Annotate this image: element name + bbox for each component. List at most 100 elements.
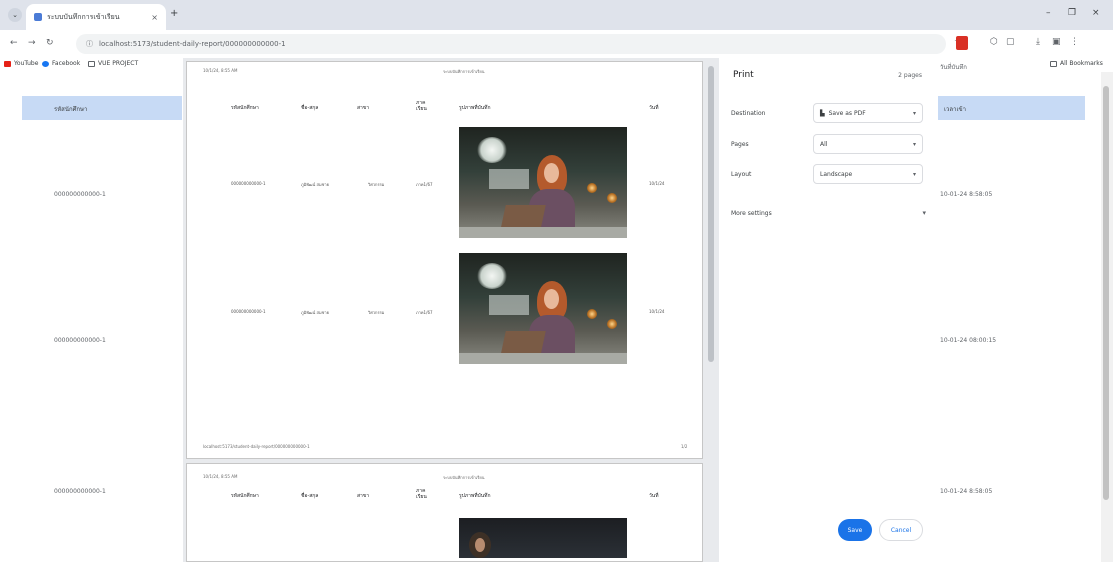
cell-major: วิศวกรรม: [368, 310, 385, 315]
bg-row-id: 000000000000-1: [54, 191, 106, 198]
chevron-down-icon: ▾: [912, 109, 916, 117]
col-header-term: ภาค เรียน: [416, 100, 427, 112]
site-info-icon[interactable]: ⓘ: [86, 39, 93, 49]
preview-scrollbar[interactable]: [707, 62, 715, 562]
save-button[interactable]: Save: [838, 519, 872, 541]
more-settings-toggle[interactable]: More settings ▾: [731, 206, 926, 220]
cell-term: ภาค1/67: [416, 310, 433, 315]
more-settings-label: More settings: [731, 209, 772, 217]
table-header-right: เวลาเข้า: [938, 96, 1085, 120]
col-header-major: สาขา: [357, 105, 370, 111]
browser-tab[interactable]: ระบบบันทึกการเข้าเรียน ×: [26, 4, 166, 30]
tab-search-icon[interactable]: ⌄: [8, 8, 22, 22]
reload-icon[interactable]: ↻: [46, 38, 54, 48]
cell-date: 10/1/24: [649, 181, 665, 186]
pages-value: All: [820, 140, 828, 148]
col-header-date: วันที่: [649, 493, 659, 499]
chevron-down-icon: ▾: [912, 170, 916, 178]
destination-select[interactable]: ▙ Save as PDF ▾: [813, 103, 923, 123]
address-bar[interactable]: ⓘ localhost:5173/student-daily-report/00…: [76, 34, 946, 54]
bg-row-id: 000000000000-1: [54, 337, 106, 344]
tab-title: ระบบบันทึกการเข้าเรียน: [47, 12, 120, 21]
layout-label: Layout: [731, 171, 752, 178]
col-header-id: รหัสนักศึกษา: [231, 105, 259, 111]
facebook-icon: [42, 60, 49, 67]
cell-name: ภูมิพัฒน์ สมชาย: [301, 182, 329, 187]
cell-date: 10/1/24: [649, 309, 665, 314]
sheet-header-center: ระบบบันทึกการเข้าเรียน: [443, 69, 485, 74]
col-header-name: ชื่อ-สกุล: [301, 493, 319, 499]
menu-icon[interactable]: ⋮: [1070, 37, 1079, 47]
attendance-photo: [459, 253, 627, 364]
window-close-button[interactable]: ×: [1092, 8, 1100, 18]
destination-label: Destination: [731, 110, 766, 117]
chevron-down-icon: ▾: [912, 140, 916, 148]
sidepanel-icon[interactable]: ▢: [1006, 37, 1015, 47]
bg-row-time: 10-01-24 8:58:05: [940, 191, 993, 198]
sheet-header-left: 10/1/24, 8:55 AM: [203, 474, 238, 479]
pages-label: Pages: [731, 141, 749, 148]
sheet-footer-left: localhost:5173/student-daily-report/0000…: [203, 444, 310, 449]
col-header-id: รหัสนักศึกษา: [231, 493, 259, 499]
page-count: 2 pages: [898, 72, 922, 79]
cancel-button[interactable]: Cancel: [879, 519, 923, 541]
back-icon[interactable]: ←: [10, 38, 18, 48]
bookmark-label: VUE PROJECT: [98, 60, 139, 67]
tab-close-button[interactable]: ×: [151, 13, 158, 22]
bg-row-time: 10-01-24 8:58:05: [940, 488, 993, 495]
attendance-photo: [459, 127, 627, 238]
extension-red-icon[interactable]: [956, 36, 968, 50]
cell-id: 000000000000-1: [231, 181, 266, 186]
col-header-name: ชื่อ-สกุล: [301, 105, 319, 111]
bookmark-label: All Bookmarks: [1060, 60, 1103, 67]
bookmark-all[interactable]: All Bookmarks: [1050, 60, 1103, 67]
bg-row-id: 000000000000-1: [54, 488, 106, 495]
maximize-button[interactable]: ❐: [1068, 8, 1076, 18]
extension-icon[interactable]: ⬡: [990, 37, 998, 47]
cut-header-text: วันที่บันทึก: [940, 64, 967, 71]
print-title: Print: [733, 70, 754, 80]
pdf-file-icon: ▙: [820, 109, 825, 117]
page-scrollbar-thumb[interactable]: [1103, 86, 1109, 500]
forward-icon[interactable]: →: [28, 38, 36, 48]
cell-major: วิศวกรรม: [368, 182, 385, 187]
profile-icon[interactable]: ▣: [1052, 37, 1061, 47]
col-header-term: ภาค เรียน: [416, 488, 427, 500]
bg-row-time: 10-01-24 08:00:15: [940, 337, 997, 344]
col-header-date: วันที่: [649, 105, 659, 111]
chevron-down-icon: ▾: [922, 209, 926, 217]
preview-page-2: 10/1/24, 8:55 AM ระบบบันทึกการเข้าเรียน …: [186, 463, 703, 562]
bookmark-label: Facebook: [52, 60, 81, 67]
url-text: localhost:5173/student-daily-report/0000…: [99, 40, 286, 48]
col-header-photo: รูปภาพที่บันทึก: [459, 493, 491, 499]
folder-icon: [1050, 60, 1057, 67]
pages-select[interactable]: All ▾: [813, 134, 923, 154]
cell-name: ภูมิพัฒน์ สมชาย: [301, 310, 329, 315]
bookmark-vue-project[interactable]: VUE PROJECT: [88, 60, 138, 67]
table-header-left: รหัสนักศึกษา: [22, 96, 182, 120]
preview-scrollbar-thumb[interactable]: [708, 66, 714, 362]
attendance-photo: [459, 518, 627, 558]
preview-page-1: 10/1/24, 8:55 AM ระบบบันทึกการเข้าเรียน …: [186, 61, 703, 459]
cell-id: 000000000000-1: [231, 309, 266, 314]
cell-term: ภาค1/67: [416, 182, 433, 187]
destination-value: Save as PDF: [828, 109, 866, 117]
print-dialog: Print 2 pages Destination ▙ Save as PDF …: [719, 58, 938, 562]
new-tab-button[interactable]: +: [170, 8, 178, 19]
col-header-photo: รูปภาพที่บันทึก: [459, 105, 491, 111]
browser-toolbar: ← → ↻ ⓘ localhost:5173/student-daily-rep…: [0, 30, 1113, 58]
favicon-icon: [34, 13, 42, 21]
download-icon[interactable]: ⤓: [1036, 37, 1040, 47]
folder-icon: [88, 60, 95, 67]
sheet-header-left: 10/1/24, 8:55 AM: [203, 68, 238, 73]
tab-strip: ⌄ ระบบบันทึกการเข้าเรียน × + – ❐ ×: [0, 0, 1113, 30]
layout-select[interactable]: Landscape ▾: [813, 164, 923, 184]
layout-value: Landscape: [820, 170, 853, 178]
sheet-header-center: ระบบบันทึกการเข้าเรียน: [443, 475, 485, 480]
minimize-button[interactable]: –: [1046, 8, 1051, 18]
sheet-footer-right: 1/2: [681, 444, 688, 449]
bookmark-label: YouTube: [14, 60, 39, 67]
youtube-icon: [4, 60, 11, 67]
bookmark-youtube[interactable]: YouTube: [4, 60, 38, 67]
bookmark-facebook[interactable]: Facebook: [42, 60, 80, 67]
